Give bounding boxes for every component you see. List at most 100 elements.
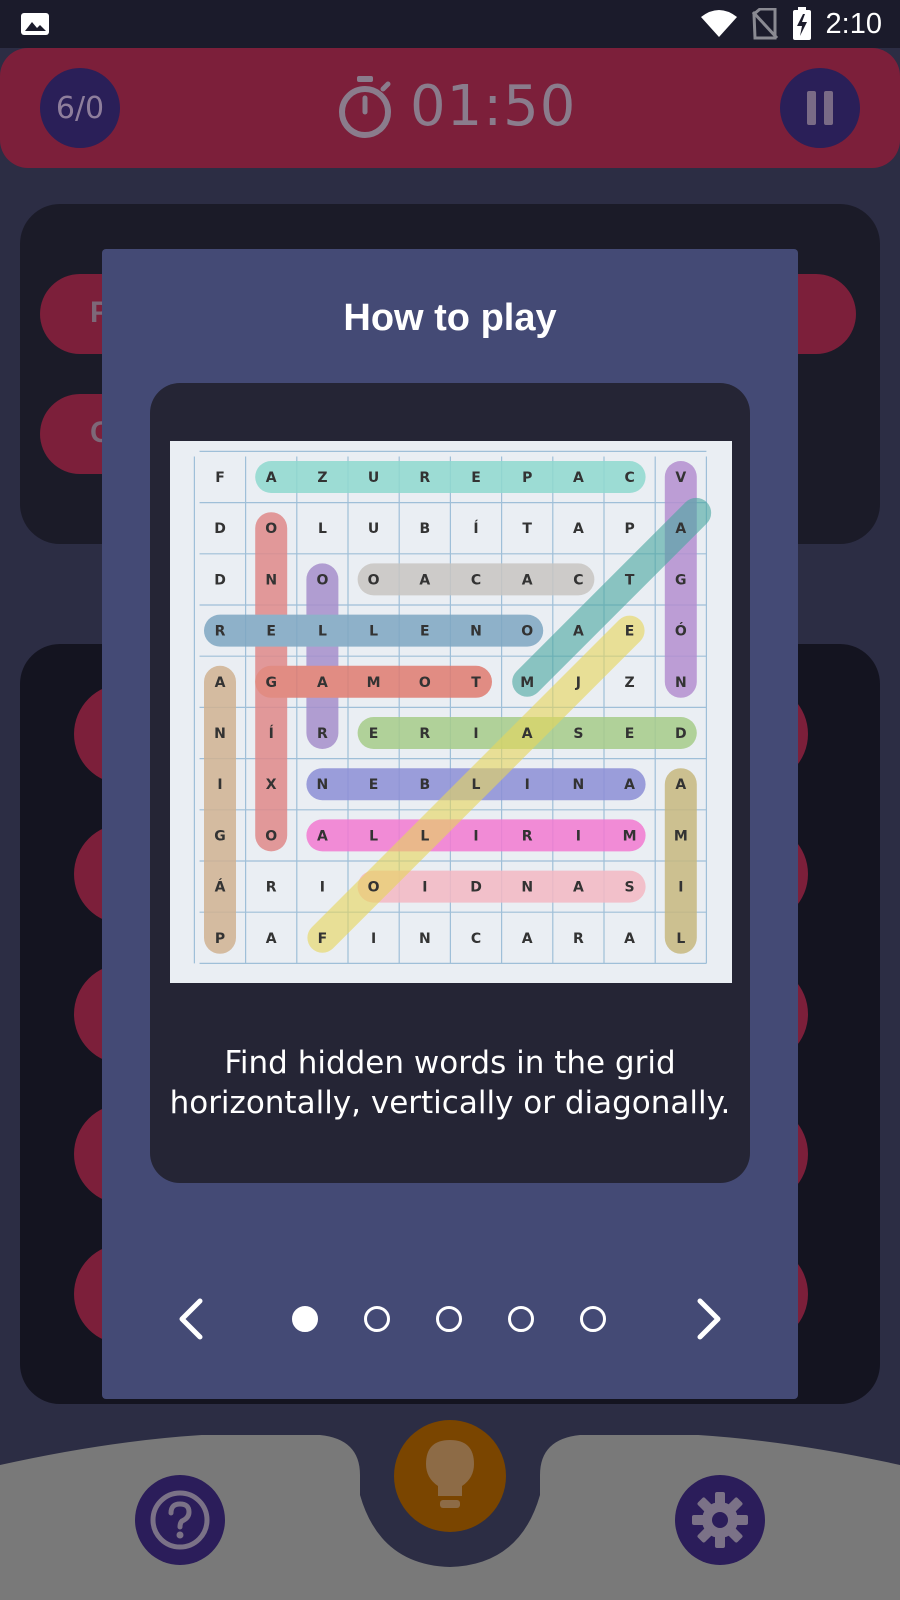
page-dot[interactable] bbox=[292, 1306, 318, 1332]
grid-letter: A bbox=[573, 880, 584, 896]
grid-letter: F bbox=[215, 470, 225, 486]
grid-letter: A bbox=[419, 572, 430, 588]
grid-letter: R bbox=[522, 828, 533, 844]
gear-icon bbox=[692, 1492, 748, 1548]
grid-letter: R bbox=[419, 726, 430, 742]
grid-letter: O bbox=[265, 521, 277, 537]
grid-letter: N bbox=[573, 777, 585, 793]
grid-letter: R bbox=[266, 880, 277, 896]
grid-letter: L bbox=[420, 828, 429, 844]
grid-letter: N bbox=[214, 726, 226, 742]
grid-letter: O bbox=[419, 675, 431, 691]
page-dot[interactable] bbox=[436, 1306, 462, 1332]
stopwatch-icon bbox=[339, 75, 391, 138]
grid-letter: Á bbox=[215, 879, 226, 896]
grid-letter: A bbox=[522, 572, 533, 588]
score-badge: 6/0 bbox=[40, 68, 120, 148]
grid-letter: L bbox=[676, 931, 685, 947]
grid-letter: E bbox=[420, 624, 430, 640]
grid-letter: I bbox=[371, 931, 376, 947]
help-button[interactable] bbox=[135, 1475, 225, 1565]
game-top-bar: 6/0 01:50 bbox=[0, 48, 900, 168]
grid-letter: O bbox=[521, 624, 533, 640]
page-dot[interactable] bbox=[364, 1306, 390, 1332]
grid-letter: A bbox=[624, 931, 635, 947]
score-text: 6/0 bbox=[55, 90, 105, 126]
battery-charging-icon bbox=[792, 7, 811, 40]
grid-letter: L bbox=[369, 624, 378, 640]
grid-letter: A bbox=[675, 521, 686, 537]
grid-letter: A bbox=[266, 931, 277, 947]
grid-letter: C bbox=[573, 572, 583, 588]
grid-letter: A bbox=[522, 931, 533, 947]
grid-letter: F bbox=[318, 931, 328, 947]
grid-letter: M bbox=[623, 828, 637, 844]
grid-letter: P bbox=[215, 931, 225, 947]
page-dot[interactable] bbox=[508, 1306, 534, 1332]
grid-letter: D bbox=[214, 521, 226, 537]
grid-letter: I bbox=[422, 880, 427, 896]
grid-letter: E bbox=[369, 777, 379, 793]
grid-letter: I bbox=[473, 828, 478, 844]
grid-letter: A bbox=[624, 777, 635, 793]
grid-letter: U bbox=[368, 470, 379, 486]
grid-letter: A bbox=[317, 828, 328, 844]
description-line-2: horizontally, vertically or diagonally. bbox=[169, 1085, 731, 1121]
grid-letter: N bbox=[675, 675, 687, 691]
grid-letter: A bbox=[675, 777, 686, 793]
tutorial-card: F A Z U R E P A C V D O L U B Í T A P A D N O O A C A C T G R E L L E N O A E Ó… bbox=[150, 383, 750, 1183]
grid-letter: N bbox=[265, 572, 277, 588]
status-bar: 2:10 bbox=[0, 0, 900, 48]
example-word-search-image: F A Z U R E P A C V D O L U B Í T A P A D N O O A C A C T G R E L L E N O A E Ó… bbox=[170, 441, 732, 983]
grid-letter: M bbox=[367, 675, 381, 691]
grid-letter: A bbox=[266, 470, 277, 486]
grid-letter: I bbox=[473, 726, 478, 742]
grid-letter: C bbox=[471, 931, 481, 947]
dialog-title: How to play bbox=[343, 297, 557, 339]
grid-letter: M bbox=[674, 828, 688, 844]
grid-letter: E bbox=[625, 726, 635, 742]
no-sim-icon bbox=[751, 8, 778, 40]
grid-letter: E bbox=[625, 624, 635, 640]
chevron-right-icon[interactable] bbox=[684, 1295, 732, 1343]
grid-letter: D bbox=[470, 880, 482, 896]
tutorial-description: Find hidden words in the grid horizontal… bbox=[150, 1043, 750, 1123]
hint-button[interactable] bbox=[394, 1420, 506, 1532]
grid-letter: N bbox=[470, 624, 482, 640]
settings-button[interactable] bbox=[675, 1475, 765, 1565]
grid-letter: O bbox=[368, 880, 380, 896]
grid-letter: R bbox=[419, 470, 430, 486]
grid-letter: L bbox=[369, 828, 378, 844]
grid-letter: I bbox=[525, 777, 530, 793]
grid-letter: R bbox=[317, 726, 328, 742]
grid-letter: E bbox=[471, 470, 481, 486]
grid-letter: S bbox=[573, 726, 583, 742]
grid-letter: T bbox=[471, 675, 481, 691]
wifi-icon bbox=[700, 10, 737, 37]
clock-time: 2:10 bbox=[825, 7, 882, 40]
grid-letter: X bbox=[266, 777, 277, 793]
grid-letter: I bbox=[576, 828, 581, 844]
grid-letter: O bbox=[368, 572, 380, 588]
how-to-play-dialog: How to play F A Z U R E P A C V D O L U B Í T A P A D N O O A C A C… bbox=[102, 249, 798, 1399]
chevron-left-icon[interactable] bbox=[168, 1295, 216, 1343]
grid-letter: Ó bbox=[675, 622, 687, 640]
grid-letter: D bbox=[214, 572, 226, 588]
pause-button[interactable] bbox=[780, 68, 860, 148]
page-dot[interactable] bbox=[580, 1306, 606, 1332]
grid-letter: T bbox=[522, 521, 532, 537]
lightbulb-icon bbox=[426, 1440, 474, 1508]
grid-letter: P bbox=[522, 470, 532, 486]
grid-letter: E bbox=[369, 726, 379, 742]
grid-letter: B bbox=[419, 521, 430, 537]
timer: 01:50 bbox=[336, 74, 576, 139]
tutorial-pager bbox=[102, 1289, 798, 1349]
grid-letter: N bbox=[317, 777, 329, 793]
grid-letter: G bbox=[214, 828, 226, 844]
grid-letter: A bbox=[317, 675, 328, 691]
description-line-1: Find hidden words in the grid bbox=[224, 1045, 676, 1081]
grid-letter: U bbox=[368, 521, 379, 537]
timer-text: 01:50 bbox=[410, 74, 577, 139]
grid-letter: G bbox=[675, 572, 687, 588]
page-indicator bbox=[292, 1306, 606, 1332]
